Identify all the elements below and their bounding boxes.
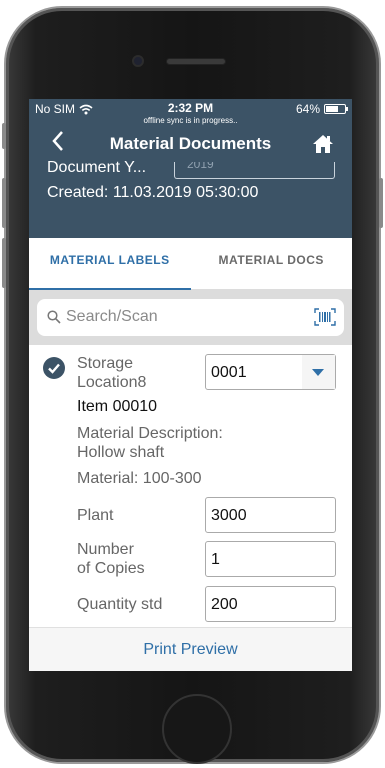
app-header: No SIM 2:32 PM offline sync is in progre… (29, 99, 352, 238)
front-camera (132, 55, 144, 67)
tab-material-labels[interactable]: MATERIAL LABELS (29, 238, 191, 289)
quantity-field[interactable]: 200 (205, 586, 336, 622)
page-title: Material Documents (109, 134, 272, 153)
power-button (379, 178, 383, 228)
plant-field[interactable]: 3000 (205, 497, 336, 533)
number-of-copies-field[interactable]: 1 (205, 541, 336, 577)
volume-down-button (2, 238, 6, 288)
sync-status-message: offline sync is in progress.. (143, 116, 238, 125)
document-year-label: Document Y... (47, 159, 147, 176)
storage-location-label-line2: Location8 (77, 374, 147, 391)
storage-location-label: Storage Location8 (77, 354, 146, 392)
status-bar: No SIM 2:32 PM offline sync is in progre… (29, 99, 352, 129)
tab-bar: MATERIAL LABELS MATERIAL DOCS (29, 238, 352, 290)
search-bar (29, 290, 352, 345)
mute-switch (2, 123, 6, 149)
plant-label: Plant (77, 507, 114, 524)
home-button (162, 694, 232, 764)
copies-label-line2: of Copies (77, 560, 145, 577)
item-number: Item 00010 (77, 398, 158, 415)
search-icon (47, 310, 61, 324)
search-box (37, 299, 344, 336)
dropdown-button[interactable] (302, 355, 335, 389)
home-icon[interactable] (312, 134, 334, 154)
volume-up-button (2, 178, 6, 228)
search-input[interactable] (66, 307, 306, 327)
status-right: 64% (295, 102, 348, 116)
app-screen: No SIM 2:32 PM offline sync is in progre… (29, 99, 352, 671)
copies-label: Number of Copies (77, 540, 145, 578)
list-item[interactable]: Storage Location8 0001 Item 00010 Materi… (29, 345, 352, 622)
battery-icon (324, 104, 348, 114)
material-number: Material: 100-300 (77, 470, 202, 487)
barcode-icon[interactable] (314, 308, 336, 326)
document-year-field[interactable]: 2019 (174, 162, 335, 179)
active-tab-indicator (29, 288, 191, 290)
earpiece-speaker (166, 58, 226, 65)
quantity-label: Quantity std (77, 596, 163, 613)
created-timestamp: Created: 11.03.2019 05:30:00 (47, 184, 259, 201)
storage-location-label-line1: Storage (77, 355, 134, 372)
battery-percent: 64% (295, 102, 320, 116)
material-description-value: Hollow shaft (77, 444, 165, 461)
navigation-bar: Material Documents (29, 129, 352, 159)
chevron-down-icon (312, 369, 324, 376)
print-preview-button[interactable]: Print Preview (29, 627, 352, 671)
storage-location-select[interactable]: 0001 (205, 354, 336, 390)
copies-label-line1: Number (77, 541, 134, 558)
tab-material-docs[interactable]: MATERIAL DOCS (191, 238, 353, 289)
check-circle-icon[interactable] (43, 357, 65, 379)
material-description-label: Material Description: (77, 425, 223, 442)
storage-location-value: 0001 (211, 364, 247, 381)
